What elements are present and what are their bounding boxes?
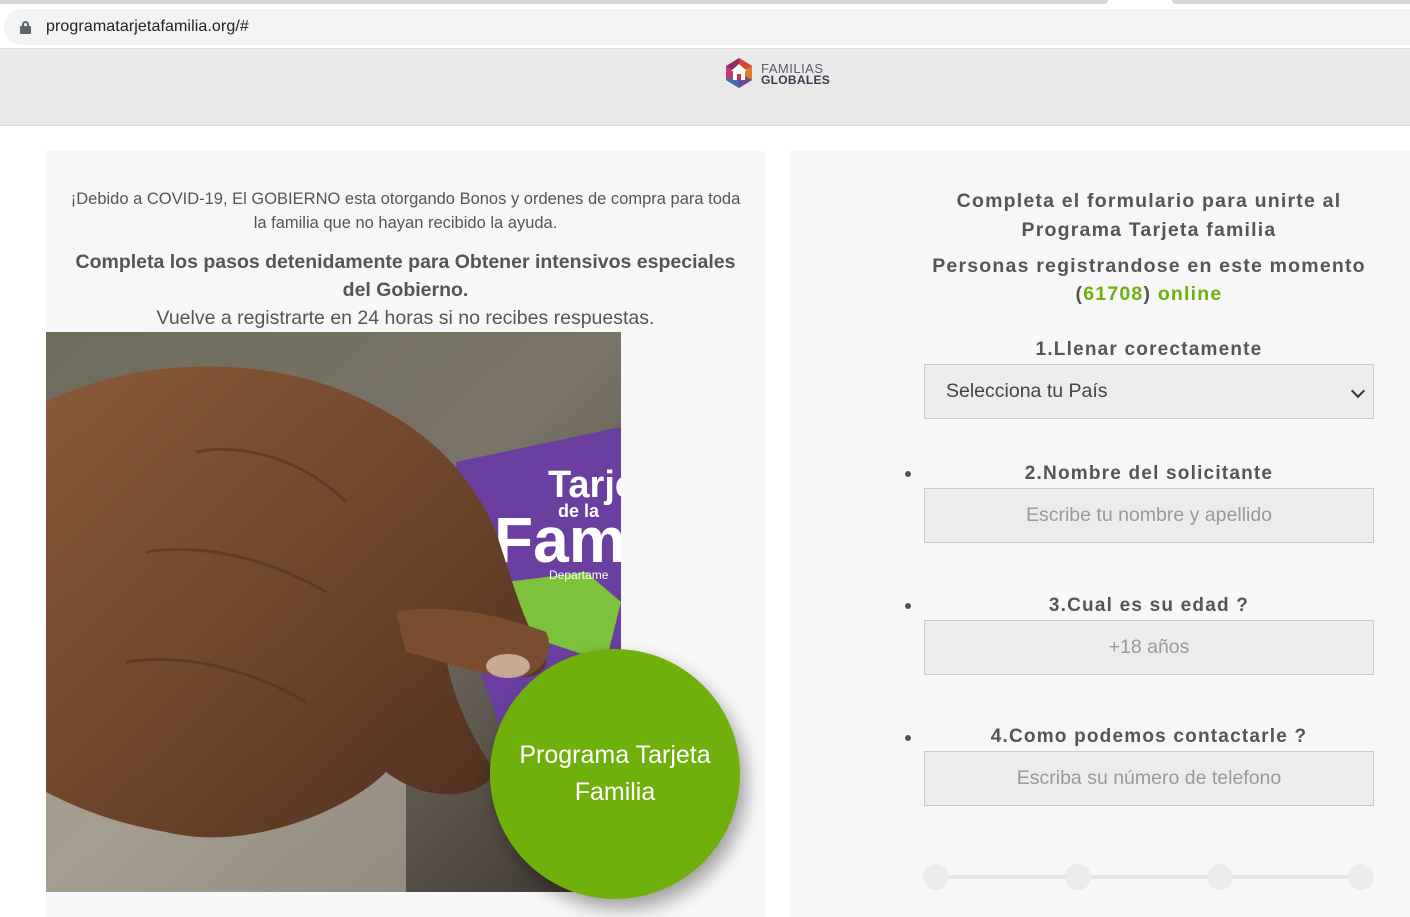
info-panel: ¡Debido a COVID-19, El GOBIERNO esta oto…: [46, 151, 765, 917]
progress-step-3: [1207, 864, 1233, 890]
form-title: Completa el formulario para unirte al Pr…: [956, 190, 1342, 241]
retry-notice: Vuelve a registrarte en 24 horas si no r…: [156, 307, 655, 329]
card-text-familia: Fam: [494, 504, 621, 576]
country-select[interactable]: Selecciona tu País: [924, 364, 1374, 419]
step2-label: 2.Nombre del solicitante: [1024, 463, 1274, 484]
lock-icon[interactable]: [20, 21, 31, 34]
country-select-value: Selecciona tu País: [946, 380, 1108, 402]
progress-step-1: [923, 864, 949, 890]
online-count: 61708: [1083, 283, 1144, 305]
house-logo-icon: [726, 58, 752, 88]
logo-text-globales: GLOBALES: [761, 73, 831, 87]
url-text[interactable]: programatarjetafamilia.org/#: [46, 18, 249, 36]
program-badge: Programa Tarjeta Familia: [490, 649, 740, 899]
card-text-departamento: Departame: [549, 568, 609, 582]
step1-label: 1.Llenar corectamente: [1035, 339, 1263, 360]
chevron-down-icon: [1350, 383, 1366, 399]
name-input-placeholder: Escribe tu nombre y apellido: [1025, 504, 1273, 526]
online-counter: Personas registrandose en este momento (…: [910, 252, 1388, 308]
card-text-tarjeta: Tarje: [548, 464, 621, 506]
age-input-placeholder: +18 años: [1108, 636, 1190, 658]
phone-input-placeholder: Escriba su número de telefono: [1016, 767, 1282, 789]
online-counter-label: Personas registrandose en este momento: [932, 255, 1366, 277]
progress-track: [936, 875, 1360, 879]
covid-notice: ¡Debido a COVID-19, El GOBIERNO esta oto…: [46, 187, 765, 235]
instructions-heading: Completa los pasos detenidamente para Ob…: [75, 251, 736, 301]
tab-edge: [1172, 0, 1410, 4]
step3-label: 3.Cual es su edad ?: [1048, 595, 1250, 616]
phone-input[interactable]: Escriba su número de telefono: [924, 751, 1374, 806]
step4-label: 4.Como podemos contactarle ?: [990, 726, 1308, 747]
bullet-marker: [905, 735, 911, 741]
name-input[interactable]: Escribe tu nombre y apellido: [924, 488, 1374, 543]
progress-step-4: [1348, 864, 1374, 890]
covid-notice-text: ¡Debido a COVID-19, El GOBIERNO esta oto…: [70, 190, 741, 232]
tab-edge: [0, 0, 1108, 4]
bullet-marker: [905, 471, 911, 477]
tab-strip: [0, 0, 1410, 6]
address-bar[interactable]: programatarjetafamilia.org/#: [4, 9, 1410, 45]
site-header: FAMILIAS GLOBALES: [0, 49, 1410, 126]
online-status: online: [1157, 283, 1223, 305]
bullet-marker: [905, 603, 911, 609]
registration-form: Completa el formulario para unirte al Pr…: [790, 151, 1410, 917]
close-paren: ): [1143, 283, 1152, 305]
site-logo[interactable]: FAMILIAS GLOBALES: [723, 57, 843, 91]
progress-step-2: [1065, 864, 1091, 890]
age-input[interactable]: +18 años: [924, 620, 1374, 675]
program-badge-label: Programa Tarjeta Familia: [519, 741, 711, 806]
